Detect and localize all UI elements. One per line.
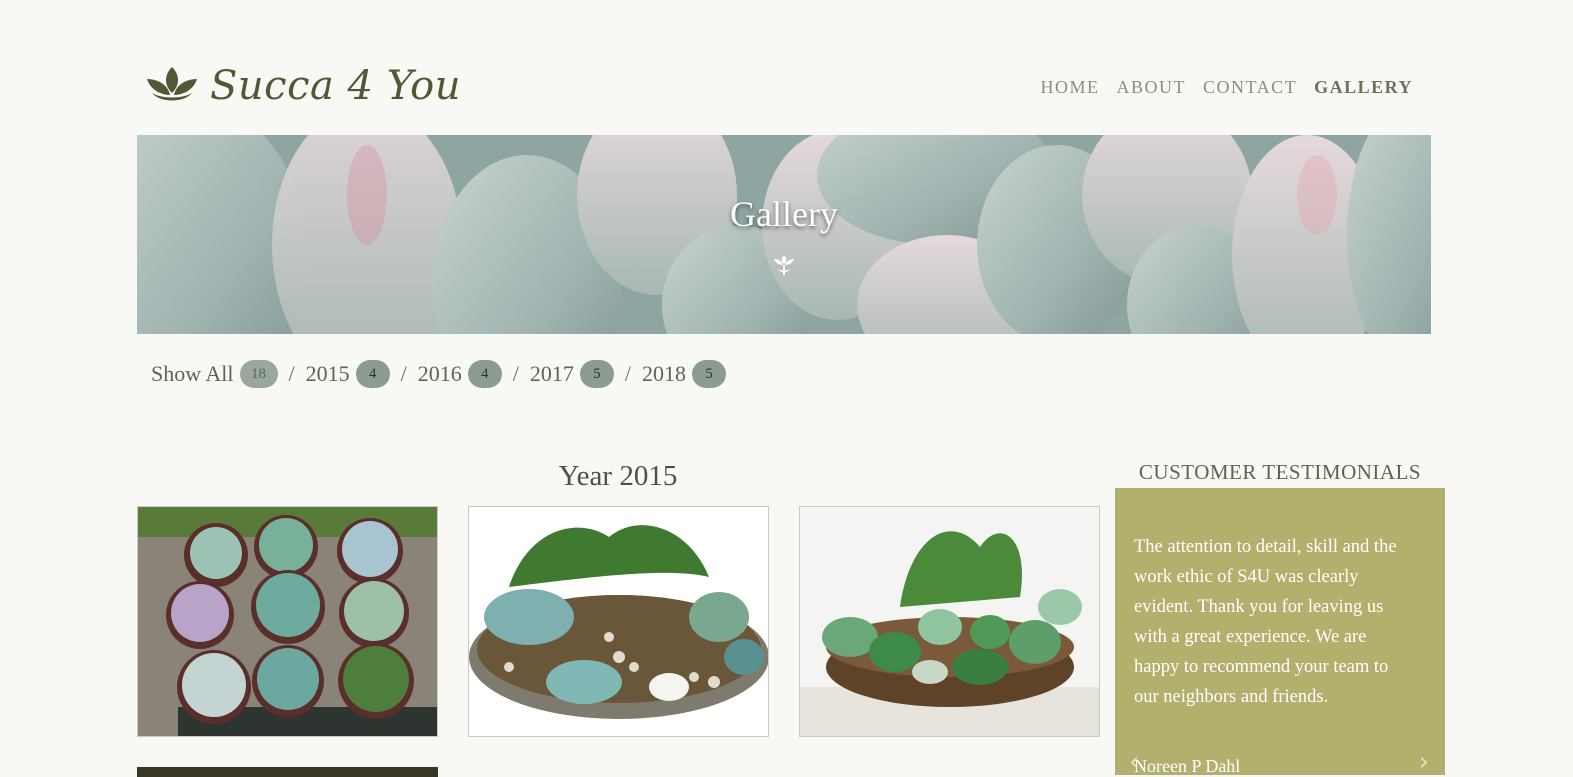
main-nav: HOME ABOUT CONTACT GALLERY [1041,77,1413,98]
nav-gallery[interactable]: GALLERY [1314,77,1413,98]
filter-label: 2017 [529,361,574,386]
filter-separator: / [624,361,632,386]
filter-separator: / [400,361,407,386]
filter-2016[interactable]: 2016 4 [418,360,502,388]
succulent-icon [774,255,794,275]
filter-2015[interactable]: 2015 4 [306,360,390,388]
logo-text: Succa 4 You [210,63,461,109]
logo[interactable]: Succa 4 You [146,56,461,116]
testimonial-quote: The attention to detail, skill and the w… [1134,537,1397,707]
count-badge: 4 [355,360,390,388]
succulent-dish-garden-photo [469,507,768,736]
chevron-right-icon[interactable]: › [1419,747,1429,775]
testimonial-author: Noreen P Dahl [1134,756,1241,775]
lotus-leaf-icon [147,67,197,101]
hero-banner: Gallery [137,135,1431,334]
filter-label: Show All [151,361,234,386]
filter-label: 2018 [642,361,687,386]
succulent-pots-photo [138,507,437,736]
nav-about[interactable]: ABOUT [1117,77,1187,98]
gallery-image[interactable] [137,506,438,737]
cactus-pan-garden-photo [800,507,1099,736]
filter-2018[interactable]: 2018 5 [642,360,727,388]
hero-title: Gallery [730,194,838,234]
gallery-image[interactable] [468,506,769,737]
nav-home[interactable]: HOME [1041,77,1100,98]
testimonials-title: CUSTOMER TESTIMONIALS [1138,460,1422,484]
filter-label: 2015 [305,361,350,386]
filter-2017[interactable]: 2017 5 [530,360,614,388]
testimonial-carousel: The attention to detail, skill and the w… [1115,488,1445,775]
count-badge: 5 [692,360,727,388]
nav-contact[interactable]: CONTACT [1203,77,1297,98]
filter-show-all[interactable]: Show All 18 [151,360,278,388]
year-heading: Year 2015 [558,460,678,492]
filter-separator: / [288,361,295,386]
year-filter-bar: Show All 18 / 2015 4 / 2016 4 / 2017 5 /… [151,360,727,388]
filter-label: 2016 [417,361,462,386]
filter-separator: / [512,361,519,386]
chevron-left-icon[interactable]: ‹ [1129,747,1139,775]
gallery-image[interactable] [799,506,1100,737]
gallery-image[interactable] [137,767,438,777]
count-badge: 18 [239,360,278,388]
count-badge: 4 [467,360,502,388]
count-badge: 5 [579,360,614,388]
